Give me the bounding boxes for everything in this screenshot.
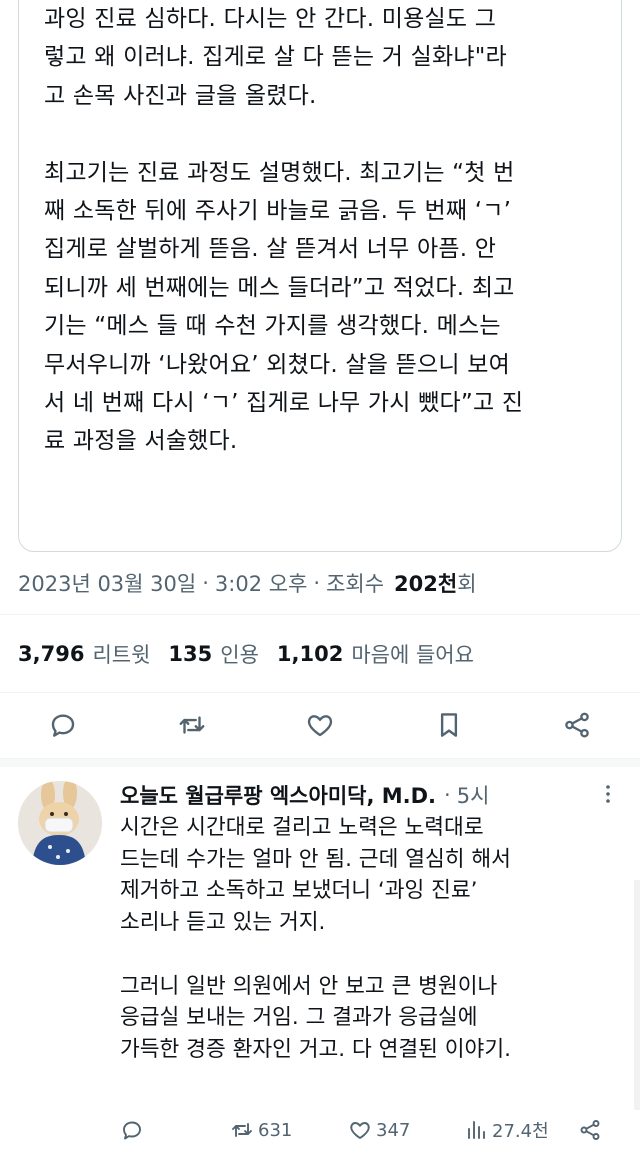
tweet-date[interactable]: 2023년 03월 30일 [18,568,196,598]
reply-action-bar: 631 347 27.4천 [120,1112,620,1148]
retweets-stat[interactable]: 3,796 리트윗 [18,639,150,669]
views-icon [468,1121,485,1139]
divider [0,692,640,693]
reply-author-name[interactable]: 오늘도 월급루팡 엑스아미닥, M.D. [120,780,436,810]
reply-retweet-count: 631 [258,1119,293,1141]
views-suffix: 회 [457,572,477,596]
reply-header: 오늘도 월급루팡 엑스아미닥, M.D. · 5시 [120,778,489,812]
reply-text: 시간은 시간대로 걸리고 노력은 노력대로 드는데 수가는 얼마 안 됨. 근데… [120,812,620,1066]
share-button[interactable] [560,708,594,742]
reply-like-count: 347 [376,1119,411,1141]
reply-icon [51,714,75,737]
tweet-time[interactable]: 3:02 오후 [215,568,307,598]
quote-paragraph-2: 최고기는 진료 과정도 설명했다. 최고기는 “첫 번 째 소독한 뒤에 주사기… [44,159,524,455]
reply-button[interactable] [46,708,80,742]
like-button[interactable] [303,708,337,742]
reply-reply-button[interactable] [120,1112,144,1148]
reply-paragraph-1: 시간은 시간대로 걸리고 노력은 노력대로 드는데 수가는 얼마 안 됨. 근데… [120,815,511,936]
bunny-avatar-image [18,781,102,865]
reply-like-button[interactable]: 347 [348,1112,410,1148]
section-separator [0,758,640,767]
bookmark-icon [440,713,458,737]
tweet-timestamp-line: 2023년 03월 30일 · 3:02 오후 · 조회수 202천 회 [18,566,477,600]
like-icon [350,1122,370,1139]
likes-stat[interactable]: 1,102 마음에 들어요 [277,639,474,669]
avatar[interactable] [18,781,102,865]
share-icon [580,1120,600,1140]
reply-retweet-button[interactable]: 631 [230,1112,292,1148]
views-count: 202천 [394,572,458,596]
share-icon [565,712,589,738]
retweet-icon [232,1123,252,1137]
tweet-action-bar [0,700,640,750]
reply-view-count: 27.4천 [492,1121,549,1142]
quote-paragraph-1: 과잉 진료 심하다. 다시는 안 간다. 미용실도 그 렇고 왜 이러냐. 집게… [44,6,507,109]
reply-views-button[interactable]: 27.4천 [464,1112,549,1148]
retweet-icon [179,716,205,734]
views-label: 조회수 [326,572,385,596]
like-icon [307,715,333,737]
scrollbar[interactable] [634,880,640,1110]
tweet-stats: 3,796 리트윗 135 인용 1,102 마음에 들어요 [18,634,492,674]
divider [0,614,640,615]
quotes-stat[interactable]: 135 인용 [168,639,258,669]
reply-time[interactable]: 5시 [457,780,490,810]
reply-paragraph-2: 그러니 일반 의원에서 안 보고 큰 병원이나 응급실 보내는 거임. 그 결과… [120,973,511,1062]
more-icon[interactable] [596,782,620,806]
reply-icon [123,1121,141,1140]
reply-share-button[interactable] [578,1112,602,1148]
quoted-article-text: 과잉 진료 심하다. 다시는 안 간다. 미용실도 그 렇고 왜 이러냐. 집게… [44,0,614,461]
retweet-button[interactable] [175,708,209,742]
bookmark-button[interactable] [432,708,466,742]
